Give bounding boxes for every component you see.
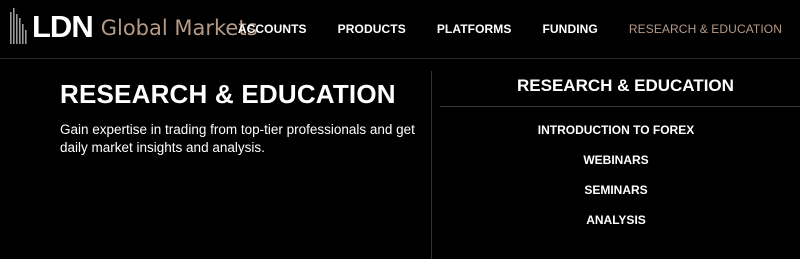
list-item: ANALYSIS xyxy=(440,212,800,242)
link-seminars[interactable]: SEMINARS xyxy=(584,183,647,197)
nav-item-products[interactable]: PRODUCTS xyxy=(338,22,406,36)
top-navigation-bar: LDN Global Markets ACCOUNTS PRODUCTS PLA… xyxy=(0,0,800,59)
vertical-divider xyxy=(431,71,432,259)
link-webinars[interactable]: WEBINARS xyxy=(583,153,648,167)
nav-item-platforms[interactable]: PLATFORMS xyxy=(437,22,512,36)
logo-ldn-text: LDN xyxy=(32,8,94,44)
list-item: SEMINARS xyxy=(440,182,800,212)
nav-item-accounts[interactable]: ACCOUNTS xyxy=(238,22,307,36)
tower-icon xyxy=(10,8,27,44)
panel-title: RESEARCH & EDUCATION xyxy=(60,79,396,109)
section-divider xyxy=(440,106,800,107)
link-analysis[interactable]: ANALYSIS xyxy=(586,213,646,227)
mega-menu-panel: RESEARCH & EDUCATION Gain expertise in t… xyxy=(0,59,800,259)
section-link-list: INTRODUCTION TO FOREX WEBINARS SEMINARS … xyxy=(440,122,800,242)
link-introduction-to-forex[interactable]: INTRODUCTION TO FOREX xyxy=(538,123,694,137)
list-item: WEBINARS xyxy=(440,152,800,182)
list-item: INTRODUCTION TO FOREX xyxy=(440,122,800,152)
main-nav: ACCOUNTS PRODUCTS PLATFORMS FUNDING RESE… xyxy=(207,0,782,58)
panel-description: Gain expertise in trading from top-tier … xyxy=(60,122,415,155)
section-title: RESEARCH & EDUCATION xyxy=(517,76,734,95)
nav-item-research-education[interactable]: RESEARCH & EDUCATION xyxy=(629,22,782,36)
nav-item-funding[interactable]: FUNDING xyxy=(542,22,597,36)
